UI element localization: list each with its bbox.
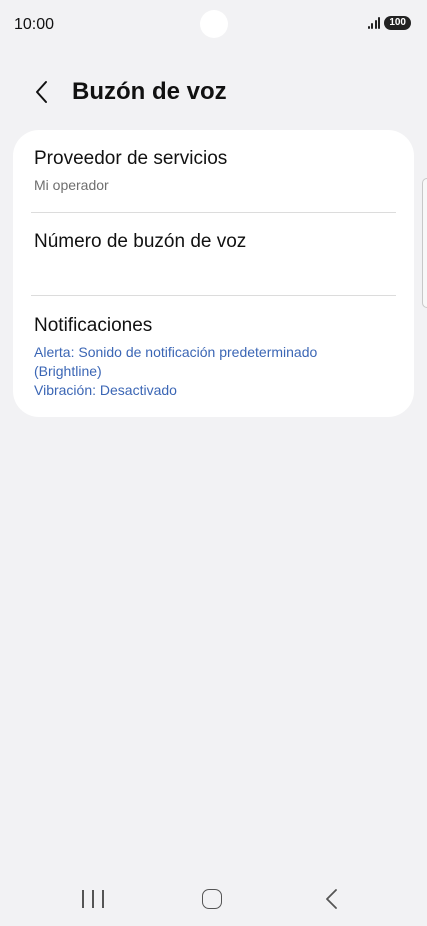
notifications-alert-line1: Alerta: Sonido de notificación predeterm… (34, 344, 318, 360)
navigation-bar (0, 870, 427, 926)
provider-title: Proveedor de servicios (34, 148, 228, 169)
back-button[interactable] (28, 78, 56, 106)
status-bar: 10:00 100 (0, 0, 427, 52)
notifications-row[interactable]: Notificaciones Alerta: Sonido de notific… (13, 296, 414, 417)
battery-icon: 100 (384, 16, 411, 30)
scroll-handle[interactable] (422, 178, 427, 308)
settings-card: Proveedor de servicios Mi operador Númer… (13, 130, 414, 417)
status-icons: 100 (367, 16, 411, 30)
signal-icon (367, 17, 381, 29)
notifications-alert-line2: (Brightline) (34, 363, 102, 379)
voicemail-number-title: Número de buzón de voz (34, 231, 247, 252)
status-time: 10:00 (14, 16, 55, 33)
recents-icon[interactable] (82, 890, 104, 908)
camera-cutout (200, 10, 228, 38)
provider-value: Mi operador (34, 177, 109, 193)
notifications-title: Notificaciones (34, 315, 153, 336)
back-arrow-icon (36, 81, 47, 103)
page-title: Buzón de voz (72, 78, 227, 105)
provider-row[interactable]: Proveedor de servicios Mi operador (13, 130, 414, 212)
voicemail-number-row[interactable]: Número de buzón de voz (13, 213, 414, 295)
home-icon[interactable] (202, 889, 222, 909)
notifications-vibration: Vibración: Desactivado (34, 382, 177, 398)
app-header: Buzón de voz (0, 72, 427, 114)
back-icon[interactable] (322, 887, 344, 911)
